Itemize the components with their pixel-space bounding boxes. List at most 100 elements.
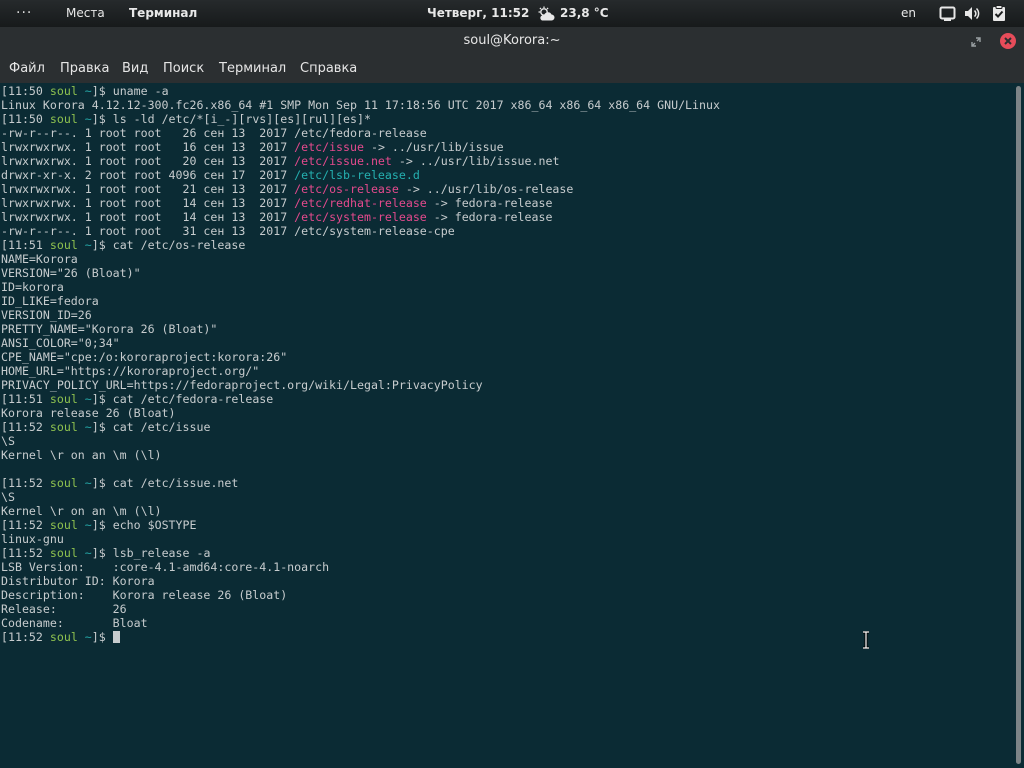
terminal-view[interactable]: [11:50 soul ~]$ uname -a Linux Korora 4.… [0, 83, 1012, 768]
prompt-symbol: ]$ [91, 518, 113, 532]
output-text: LSB Version: :core-4.1-amd64:core-4.1-no… [1, 560, 330, 574]
prompt-dir: ~ [84, 392, 92, 406]
prompt-time: 11:52 [7, 518, 43, 532]
output-text: ID=korora [1, 280, 64, 294]
output-line: PRIVACY_POLICY_URL=https://fedoraproject… [1, 378, 483, 392]
command-text: cat /etc/os-release [112, 238, 246, 252]
menu-view[interactable]: Вид [122, 55, 148, 83]
window-title: soul@Korora:~ [463, 33, 561, 48]
output-text: PRETTY_NAME="Korora 26 (Bloat)" [1, 322, 218, 336]
clipboard-check-icon[interactable] [991, 5, 1008, 22]
output-line: lrwxrwxrwx. 1 root root 14 сен 13 2017 /… [1, 210, 552, 224]
prompt-time: 11:50 [7, 84, 43, 98]
prompt-user: soul [49, 476, 78, 490]
output-line: Kernel \r on an \m (\l) [1, 504, 162, 518]
scrollbar[interactable] [1012, 83, 1024, 768]
weather-temperature[interactable]: 23,8 °C [560, 0, 609, 27]
weather-partly-cloudy-icon[interactable] [537, 5, 555, 21]
menu-search[interactable]: Поиск [163, 55, 204, 83]
keyboard-layout-indicator[interactable]: en [901, 0, 916, 27]
menu-help[interactable]: Справка [300, 55, 357, 83]
volume-icon[interactable] [964, 5, 981, 22]
output-line: LSB Version: :core-4.1-amd64:core-4.1-no… [1, 560, 329, 574]
prompt-bracket: [ [1, 546, 8, 560]
network-icon[interactable] [939, 5, 956, 22]
output-line: ID=korora [1, 280, 64, 294]
ls-name: /etc/fedora-release [294, 126, 427, 140]
output-line: lrwxrwxrwx. 1 root root 20 сен 13 2017 /… [1, 154, 559, 168]
prompt-time: 11:50 [7, 112, 43, 126]
places-menu[interactable]: Места [66, 0, 105, 27]
output-text: ID_LIKE=fedora [1, 294, 99, 308]
output-line: \S [1, 490, 15, 504]
clock[interactable]: Четверг, 11:52 [427, 0, 529, 27]
ls-meta: -rw-r--r--. 1 root root 31 сен 13 2017 [1, 224, 295, 238]
ls-name: /etc/issue [294, 140, 364, 154]
ls-meta: lrwxrwxrwx. 1 root root 21 сен 13 2017 [1, 182, 295, 196]
output-text: Description: Korora release 26 (Bloat) [1, 588, 288, 602]
output-line: Korora release 26 (Bloat) [1, 406, 176, 420]
prompt-symbol: ]$ [91, 112, 113, 126]
terminal-output[interactable]: [11:50 soul ~]$ uname -a Linux Korora 4.… [0, 83, 1012, 644]
menu-bar: Файл Правка Вид Поиск Терминал Справка [0, 55, 1024, 84]
app-menu[interactable]: Терминал [129, 0, 197, 27]
prompt-user: soul [49, 238, 78, 252]
ls-link-target: -> ../usr/lib/os-release [398, 182, 574, 196]
prompt-dir: ~ [84, 518, 92, 532]
command-text: lsb_release -a [112, 546, 211, 560]
menu-terminal[interactable]: Терминал [219, 55, 286, 83]
output-text: linux-gnu [1, 532, 64, 546]
output-line: HOME_URL="https://kororaproject.org/" [1, 364, 259, 378]
scrollbar-thumb[interactable] [1016, 86, 1021, 764]
prompt-line: [11:52 soul ~]$ lsb_release -a [1, 546, 210, 560]
output-text: Distributor ID: Korora [1, 574, 155, 588]
terminal-cursor [112, 631, 120, 643]
output-line: CPE_NAME="cpe:/o:kororaproject:korora:26… [1, 350, 287, 364]
prompt-user: soul [49, 112, 78, 126]
activities-button[interactable]: ··· [16, 0, 32, 27]
prompt-bracket: [ [1, 84, 8, 98]
prompt-line: [11:50 soul ~]$ ls -ld /etc/*[i_-][rvs][… [1, 112, 371, 126]
prompt-symbol: ]$ [91, 630, 113, 644]
output-line: -rw-r--r--. 1 root root 31 сен 13 2017 /… [1, 224, 455, 238]
menu-file[interactable]: Файл [9, 55, 45, 83]
output-line: Release: 26 [1, 602, 127, 616]
output-line: Description: Korora release 26 (Bloat) [1, 588, 287, 602]
prompt-time: 11:51 [7, 392, 43, 406]
output-line: lrwxrwxrwx. 1 root root 16 сен 13 2017 /… [1, 140, 504, 154]
ls-name: /etc/os-release [294, 182, 399, 196]
prompt-symbol: ]$ [91, 392, 113, 406]
ls-name: /etc/system-release-cpe [294, 224, 455, 238]
prompt-line: [11:51 soul ~]$ cat /etc/os-release [1, 238, 245, 252]
close-icon[interactable] [1000, 33, 1016, 49]
ls-meta: drwxr-xr-x. 2 root root 4096 сен 17 2017 [1, 168, 295, 182]
prompt-time: 11:52 [7, 546, 43, 560]
prompt-line: [11:52 soul ~]$ cat /etc/issue [1, 420, 210, 434]
prompt-bracket: [ [1, 518, 8, 532]
ls-link-target: -> ../usr/lib/issue.net [391, 154, 560, 168]
output-text: PRIVACY_POLICY_URL=https://fedoraproject… [1, 378, 483, 392]
window-titlebar[interactable]: soul@Korora:~ [0, 27, 1024, 55]
output-line: NAME=Korora [1, 252, 78, 266]
prompt-bracket: [ [1, 420, 8, 434]
ls-meta: lrwxrwxrwx. 1 root root 16 сен 13 2017 [1, 140, 295, 154]
output-line: ANSI_COLOR="0;34" [1, 336, 120, 350]
output-line: Distributor ID: Korora [1, 574, 155, 588]
output-text: Korora release 26 (Bloat) [1, 406, 176, 420]
prompt-bracket: [ [1, 238, 8, 252]
output-text: \S [1, 434, 15, 448]
output-line: Kernel \r on an \m (\l) [1, 448, 162, 462]
ls-link-target: -> fedora-release [426, 210, 553, 224]
output-text: Release: 26 [1, 602, 127, 616]
restore-icon[interactable] [971, 36, 981, 47]
output-line: lrwxrwxrwx. 1 root root 14 сен 13 2017 /… [1, 196, 552, 210]
prompt-dir: ~ [84, 420, 92, 434]
menu-edit[interactable]: Правка [60, 55, 109, 83]
prompt-user: soul [49, 84, 78, 98]
